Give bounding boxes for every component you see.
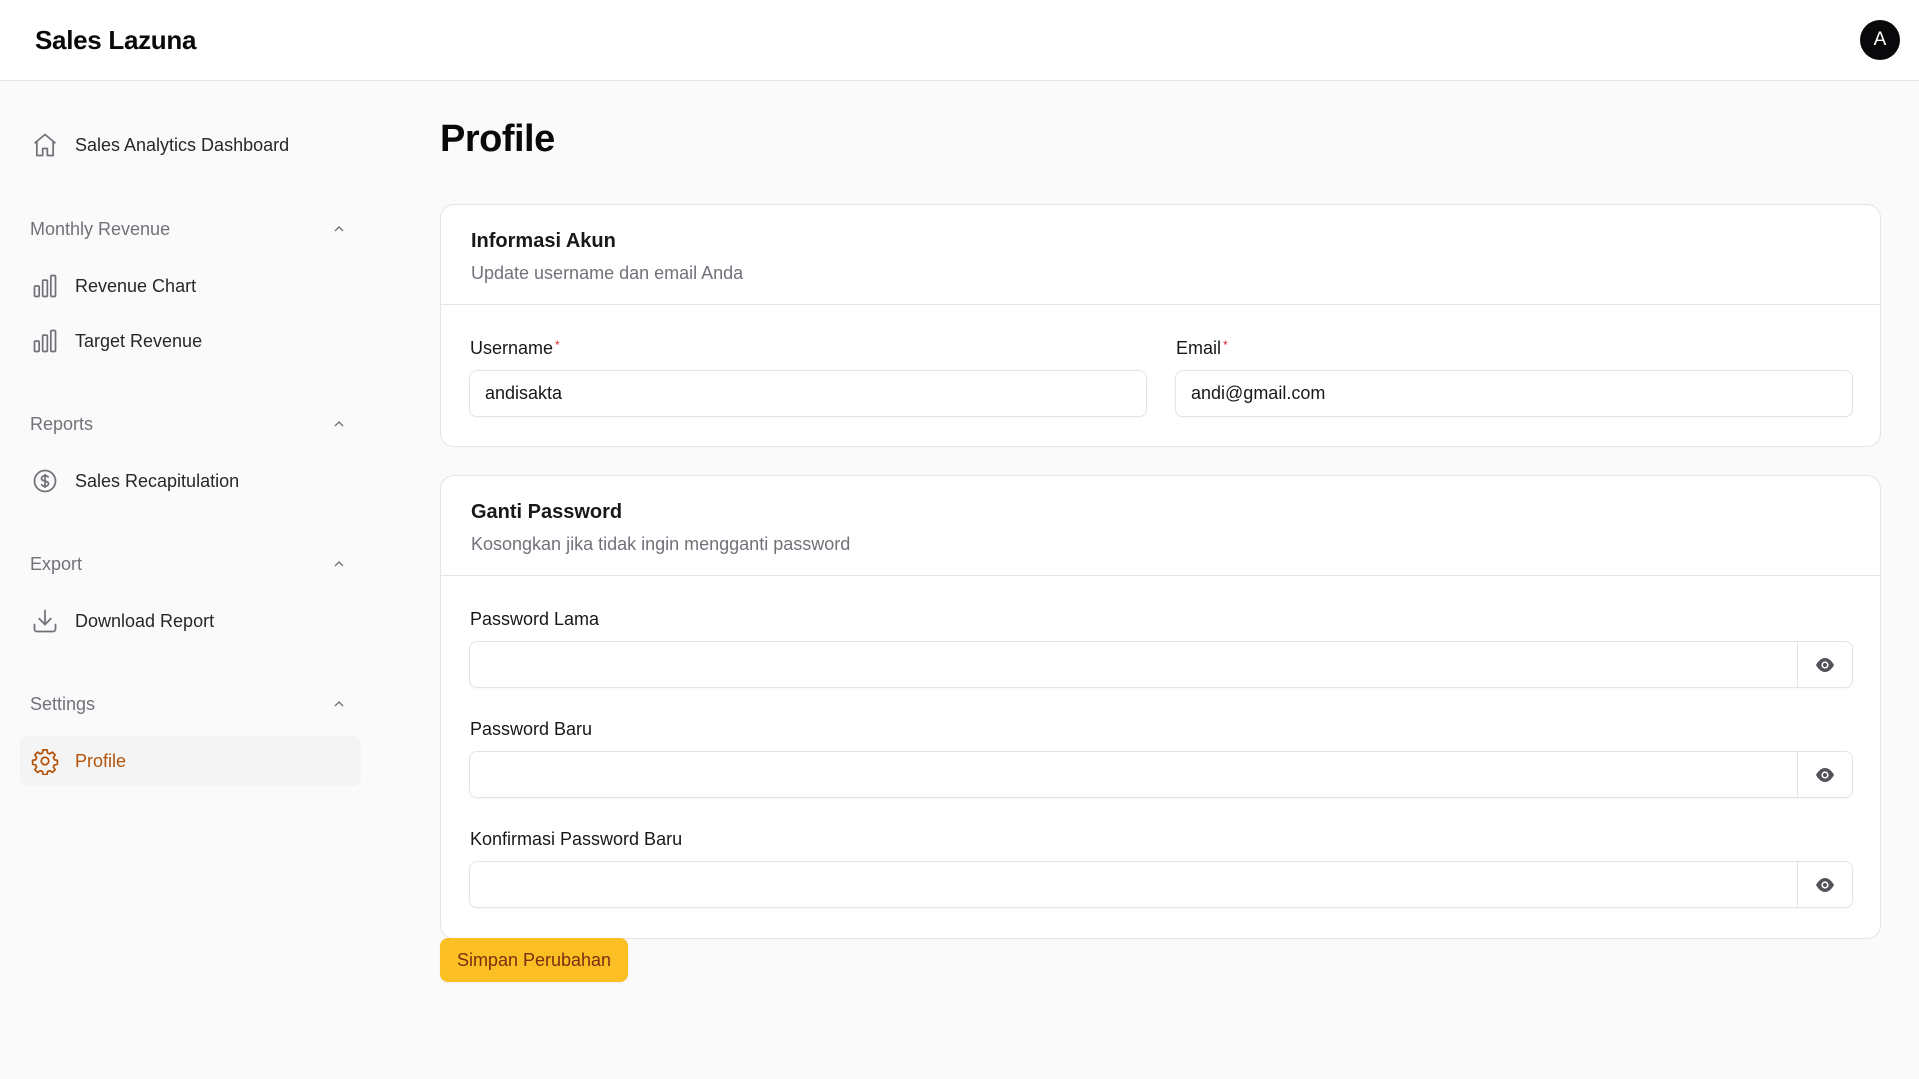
sidebar-item-label: Sales Recapitulation: [75, 470, 240, 491]
new-password-field: [469, 751, 1853, 798]
username-label: Username *: [470, 338, 560, 358]
sidebar-item-download-report[interactable]: Download Report: [20, 596, 361, 646]
gear-icon: [30, 746, 60, 776]
page-title: Profile: [440, 118, 555, 160]
card-description: Kosongkan jika tidak ingin mengganti pas…: [471, 534, 851, 554]
avatar[interactable]: A: [1860, 20, 1900, 60]
account-info-card: Informasi Akun Update username dan email…: [440, 204, 1881, 447]
bar-chart-icon: [30, 271, 60, 301]
required-mark: *: [1223, 338, 1228, 352]
chevron-up-icon: [329, 219, 349, 239]
eye-icon[interactable]: [1797, 642, 1852, 687]
required-mark: *: [555, 338, 560, 352]
group-label: Reports: [30, 413, 94, 434]
card-description: Update username dan email Anda: [471, 263, 744, 283]
sidebar-item-profile[interactable]: Profile: [20, 736, 361, 786]
brand-title: Sales Lazuna: [35, 25, 197, 55]
sidebar-item-dashboard[interactable]: Sales Analytics Dashboard: [20, 120, 361, 170]
old-password-input[interactable]: [470, 642, 1795, 687]
sidebar-item-target-revenue[interactable]: Target Revenue: [20, 316, 361, 366]
download-icon: [30, 606, 60, 636]
confirm-password-label: Konfirmasi Password Baru: [470, 829, 683, 849]
sidebar-item-label: Profile: [75, 750, 127, 771]
card-header: Informasi Akun Update username dan email…: [441, 205, 1880, 305]
sidebar-item-label: Target Revenue: [75, 330, 203, 351]
save-button[interactable]: Simpan Perubahan: [440, 938, 628, 982]
sidebar-item-label: Sales Analytics Dashboard: [75, 134, 290, 155]
username-input[interactable]: [469, 370, 1147, 417]
confirm-password-input[interactable]: [470, 862, 1795, 907]
sidebar-item-label: Download Report: [75, 610, 215, 631]
new-password-input[interactable]: [470, 752, 1795, 797]
sidebar-item-sales-recapitulation[interactable]: Sales Recapitulation: [20, 456, 361, 506]
group-label: Export: [30, 553, 83, 574]
card-title: Informasi Akun: [471, 230, 616, 252]
confirm-password-field: [469, 861, 1853, 908]
home-icon: [30, 130, 60, 160]
change-password-card: Ganti Password Kosongkan jika tidak ingi…: [440, 475, 1881, 939]
card-header: Ganti Password Kosongkan jika tidak ingi…: [441, 476, 1880, 576]
group-settings[interactable]: Settings: [20, 684, 361, 724]
sidebar-item-revenue-chart[interactable]: Revenue Chart: [20, 261, 361, 311]
bar-chart-icon: [30, 326, 60, 356]
old-password-field: [469, 641, 1853, 688]
chevron-up-icon: [329, 694, 349, 714]
old-password-label: Password Lama: [470, 609, 600, 629]
chevron-up-icon: [329, 414, 349, 434]
dollar-circle-icon: [30, 466, 60, 496]
group-monthly-revenue[interactable]: Monthly Revenue: [20, 209, 361, 249]
group-label: Settings: [30, 693, 96, 714]
eye-icon[interactable]: [1797, 752, 1852, 797]
sidebar: Sales Analytics Dashboard Monthly Revenu…: [0, 81, 380, 1079]
email-label: Email *: [1176, 338, 1228, 358]
eye-icon[interactable]: [1797, 862, 1852, 907]
top-bar: Sales Lazuna A: [0, 0, 1919, 81]
group-label: Monthly Revenue: [30, 218, 171, 239]
group-export[interactable]: Export: [20, 544, 361, 584]
chevron-up-icon: [329, 554, 349, 574]
sidebar-item-label: Revenue Chart: [75, 275, 197, 296]
email-input[interactable]: [1175, 370, 1853, 417]
group-reports[interactable]: Reports: [20, 404, 361, 444]
card-title: Ganti Password: [471, 501, 623, 523]
new-password-label: Password Baru: [470, 719, 593, 739]
